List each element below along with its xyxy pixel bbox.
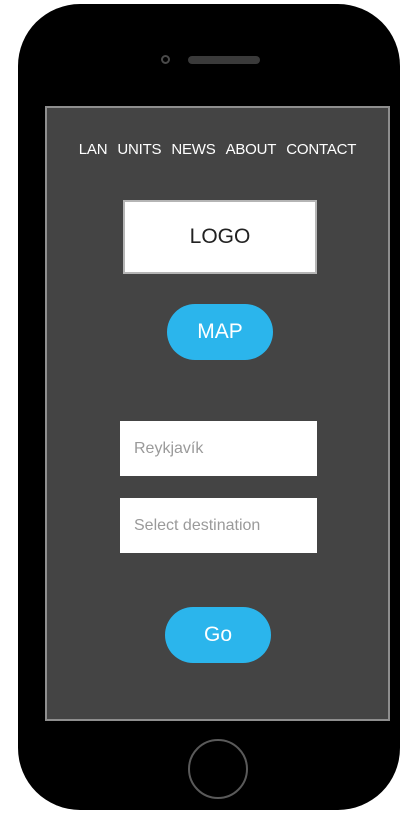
home-button[interactable] [188,739,248,799]
nav-item-about[interactable]: ABOUT [226,141,277,161]
nav-item-contact[interactable]: CONTACT [286,141,356,161]
map-button[interactable]: MAP [167,304,273,360]
destination-field[interactable]: Select destination [120,498,317,553]
nav-item-lan[interactable]: LAN [79,141,108,161]
map-button-label: MAP [197,320,243,343]
go-button-label: Go [203,623,232,646]
go-button[interactable]: Go [165,607,271,663]
front-camera [161,55,170,64]
origin-field[interactable]: Reykjavík [120,421,317,476]
nav-item-news[interactable]: NEWS [171,141,215,161]
app-screen: LAN UNITS NEWS ABOUT CONTACT LOGO MAP Re… [45,106,390,721]
logo-label: LOGO [189,225,251,248]
origin-field-value: Reykjavík [134,439,204,457]
phone-frame: LAN UNITS NEWS ABOUT CONTACT LOGO MAP Re… [18,4,400,810]
destination-field-placeholder: Select destination [134,516,261,534]
top-nav: LAN UNITS NEWS ABOUT CONTACT [47,141,388,161]
nav-item-units[interactable]: UNITS [117,141,161,161]
earpiece-speaker [188,56,260,64]
logo-placeholder: LOGO [123,200,317,274]
